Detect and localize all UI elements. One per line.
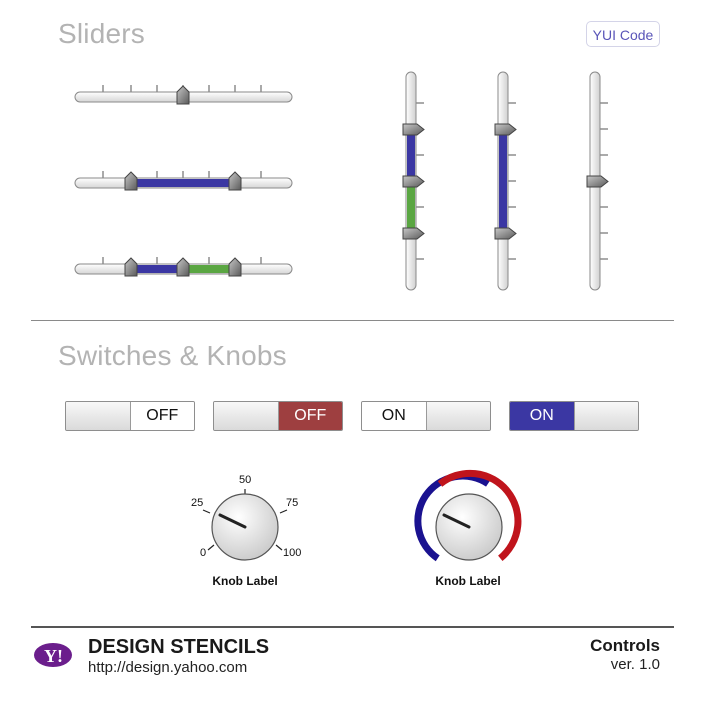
switch-on[interactable]: ON bbox=[361, 401, 491, 431]
switch-label: ON bbox=[362, 402, 427, 430]
knob-tick-75: 75 bbox=[286, 497, 299, 509]
document-version: ver. 1.0 bbox=[610, 656, 660, 673]
switch-off-red[interactable]: OFF bbox=[213, 401, 343, 431]
slider-range-blue bbox=[131, 265, 183, 273]
slider-thumb-1 bbox=[402, 123, 425, 136]
vertical-slider-single[interactable] bbox=[586, 71, 609, 291]
horizontal-slider-range[interactable] bbox=[74, 171, 293, 191]
slider-range-blue bbox=[407, 129, 415, 181]
knob-label-2: Knob Label bbox=[435, 574, 501, 588]
knob-label-1: Knob Label bbox=[212, 574, 278, 588]
slider-range-fill bbox=[499, 129, 507, 233]
switch-label: OFF bbox=[130, 402, 194, 430]
switch-handle bbox=[66, 402, 131, 430]
knob-dial-colored[interactable] bbox=[414, 469, 522, 562]
footer-rule bbox=[31, 626, 674, 628]
switch-handle bbox=[574, 402, 638, 430]
slider-thumb-3 bbox=[228, 257, 242, 277]
document-title: Controls bbox=[590, 636, 660, 655]
section-divider bbox=[31, 320, 674, 321]
slider-thumb-right bbox=[228, 171, 242, 191]
brand-url: http://design.yahoo.com bbox=[88, 659, 248, 676]
horizontal-slider-multi[interactable] bbox=[74, 257, 293, 277]
slider-thumb bbox=[586, 175, 609, 188]
slider-thumb-1 bbox=[124, 257, 138, 277]
brand-name: DESIGN STENCILS bbox=[88, 636, 270, 658]
slider-thumb-bottom bbox=[494, 227, 517, 240]
vertical-slider-range[interactable] bbox=[494, 71, 517, 291]
yahoo-logo-text: Y! bbox=[44, 646, 63, 666]
switch-off[interactable]: OFF bbox=[65, 401, 195, 431]
slider-range-green bbox=[407, 181, 415, 233]
slider-thumb-3 bbox=[402, 227, 425, 240]
slider-thumb-2 bbox=[402, 175, 425, 188]
knob-dial-labeled[interactable] bbox=[202, 489, 288, 561]
slider-thumb-2 bbox=[176, 257, 190, 277]
slider-range-green bbox=[183, 265, 235, 273]
slider-thumb bbox=[176, 85, 190, 105]
slider-thumb-top bbox=[494, 123, 517, 136]
knob-tick-0: 0 bbox=[200, 547, 207, 559]
knob-tick-25: 25 bbox=[191, 497, 204, 509]
switches-knobs-title: Switches & Knobs bbox=[58, 340, 287, 371]
switch-on-blue[interactable]: ON bbox=[509, 401, 639, 431]
knob-tick-100: 100 bbox=[283, 547, 302, 559]
yahoo-logo: Y! bbox=[34, 643, 72, 667]
vertical-slider-multi[interactable] bbox=[402, 71, 425, 291]
switch-handle bbox=[426, 402, 490, 430]
slider-thumb-left bbox=[124, 171, 138, 191]
switch-handle bbox=[214, 402, 279, 430]
knob-tick-50: 50 bbox=[239, 474, 252, 486]
horizontal-slider-single[interactable] bbox=[74, 85, 293, 105]
switch-label: ON bbox=[510, 402, 575, 430]
slider-range-fill bbox=[131, 179, 235, 187]
switch-label: OFF bbox=[278, 402, 342, 430]
